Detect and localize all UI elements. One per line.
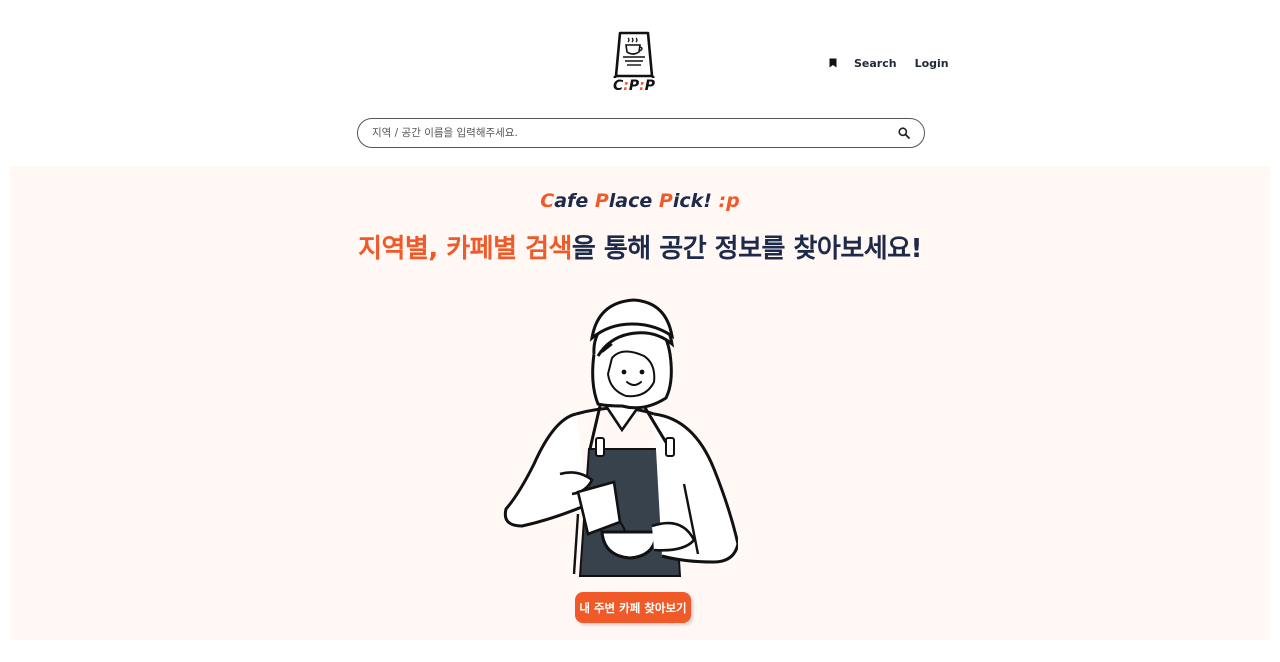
nav-login-link[interactable]: Login [915, 57, 949, 70]
search-icon [898, 127, 910, 139]
tagline-p1: P [594, 190, 609, 212]
bookmark-button[interactable] [826, 55, 840, 71]
hero-headline: 지역별, 카페별 검색을 통해 공간 정보를 찾아보세요! [10, 228, 1270, 265]
nav-search-link[interactable]: Search [854, 57, 897, 70]
tagline-p2: P [658, 190, 673, 212]
logo-letter-c: C [612, 78, 624, 94]
tagline-p3: :p [718, 190, 740, 212]
logo-letter-p: P [644, 78, 656, 94]
hero-tagline: Cafe Place Pick! :p [10, 190, 1270, 212]
hero-section: Cafe Place Pick! :p 지역별, 카페별 검색을 통해 공간 정… [10, 166, 1270, 640]
header: C:P:P Search Login [0, 0, 1280, 148]
tagline-ick: ick! [672, 190, 719, 212]
find-nearby-cafes-button[interactable]: 내 주변 카페 찾아보기 [575, 592, 691, 623]
search-bar [357, 118, 925, 148]
top-nav: Search Login [826, 54, 967, 72]
tagline-lace: lace [608, 190, 659, 212]
cafe-sign-logo-icon [613, 31, 655, 79]
logo[interactable]: C:P:P [606, 30, 662, 98]
logo-letter-p: P [628, 78, 640, 94]
barista-illustration [503, 298, 738, 577]
bookmark-icon [829, 58, 837, 68]
tagline-c: C [540, 190, 555, 212]
tagline-afe: afe [554, 190, 595, 212]
headline-rest: 을 통해 공간 정보를 찾아보세요! [571, 234, 923, 264]
headline-highlight: 지역별, 카페별 검색 [358, 234, 572, 264]
search-input[interactable] [358, 119, 884, 147]
logo-wordmark: C:P:P [606, 78, 662, 94]
search-button[interactable] [884, 119, 924, 147]
